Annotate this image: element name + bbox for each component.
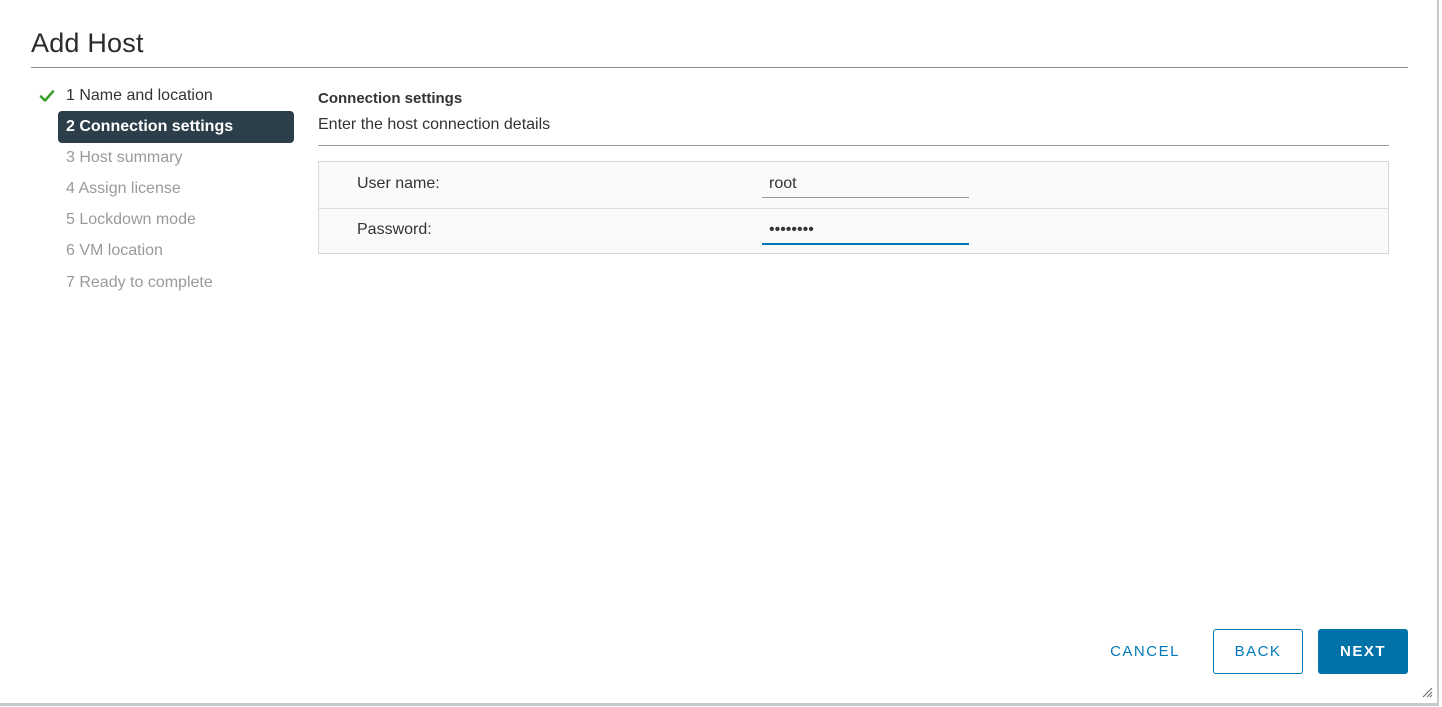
section-divider xyxy=(318,145,1389,146)
step-host-summary[interactable]: 3 Host summary xyxy=(58,142,294,174)
next-button[interactable]: NEXT xyxy=(1318,629,1408,674)
step-assign-license[interactable]: 4 Assign license xyxy=(58,173,294,205)
step-name-and-location[interactable]: 1 Name and location xyxy=(58,80,294,112)
username-label: User name: xyxy=(357,175,440,192)
step-lockdown-mode[interactable]: 5 Lockdown mode xyxy=(58,204,294,236)
username-row: User name: xyxy=(319,162,1388,209)
cancel-button[interactable]: CANCEL xyxy=(1096,629,1194,674)
resize-handle-icon[interactable] xyxy=(1421,686,1433,698)
check-icon xyxy=(39,90,55,102)
section-title: Connection settings xyxy=(318,90,463,107)
username-input[interactable] xyxy=(762,168,969,198)
password-input[interactable] xyxy=(762,215,969,245)
step-ready-to-complete[interactable]: 7 Ready to complete xyxy=(58,267,294,299)
connection-form: User name: Password: xyxy=(318,161,1389,254)
dialog-title: Add Host xyxy=(31,28,144,58)
step-vm-location[interactable]: 6 VM location xyxy=(58,235,294,267)
password-row: Password: xyxy=(319,208,1388,254)
add-host-dialog: Add Host 1 Name and location 2 Connectio… xyxy=(0,0,1439,706)
back-button[interactable]: BACK xyxy=(1213,629,1303,674)
section-description: Enter the host connection details xyxy=(318,116,551,133)
title-divider xyxy=(31,67,1408,68)
step-connection-settings[interactable]: 2 Connection settings xyxy=(58,111,294,143)
password-label: Password: xyxy=(357,221,432,238)
